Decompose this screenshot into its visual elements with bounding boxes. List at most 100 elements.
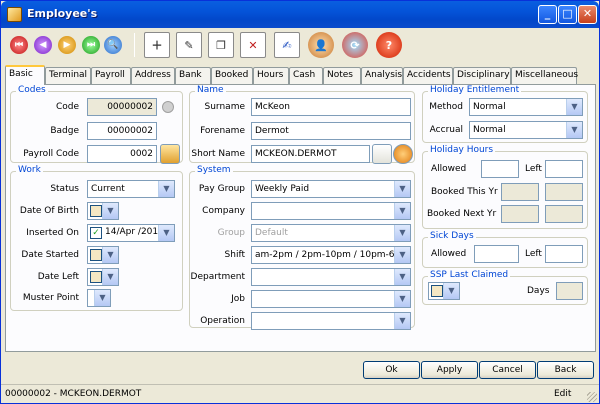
sick-left-field[interactable]	[545, 245, 583, 263]
new-record-icon[interactable]: ＋	[144, 32, 170, 58]
close-button[interactable]: ✕	[578, 5, 597, 24]
back-button[interactable]: Back	[537, 361, 594, 379]
chevron-down-icon[interactable]: ▼	[102, 269, 118, 285]
minimize-button[interactable]: _	[538, 5, 557, 24]
delete-record-icon[interactable]: ✕	[240, 32, 266, 58]
tab-basic[interactable]: Basic	[5, 65, 45, 85]
work-group: Work Status Current ▼ Date Of Birth ▼ Ins…	[10, 165, 183, 311]
date-started-label: Date Started	[21, 250, 79, 260]
method-select[interactable]: Normal ▼	[469, 98, 583, 116]
inserted-date-picker[interactable]: ✓ 14/Apr /2011 ▼	[87, 224, 175, 242]
forename-field[interactable]: Dermot	[251, 122, 411, 140]
job-label: Job	[231, 294, 245, 304]
tab-terminal[interactable]: Terminal	[45, 67, 91, 84]
ssp-checkbox[interactable]	[431, 285, 443, 297]
pay-group-select[interactable]: Weekly Paid ▼	[251, 180, 411, 198]
tab-disciplinary[interactable]: Disciplinary	[453, 67, 511, 84]
department-label: Department	[190, 272, 245, 282]
sick-allowed-field[interactable]	[474, 245, 519, 263]
title-bar[interactable]: Employee's _ □ ✕	[1, 1, 599, 28]
method-label: Method	[429, 102, 463, 112]
dob-date-picker[interactable]: ▼	[87, 202, 119, 220]
tab-address[interactable]: Address	[131, 67, 175, 84]
ssp-group: SSP Last Claimed ▼ Days	[422, 270, 588, 305]
edit-record-icon[interactable]: ✎	[176, 32, 202, 58]
chevron-down-icon[interactable]: ▼	[394, 247, 410, 263]
date-left-picker[interactable]: ▼	[87, 268, 119, 286]
ssp-date-picker[interactable]: ▼	[428, 282, 460, 300]
apply-button[interactable]: Apply	[421, 361, 478, 379]
tab-cash[interactable]: Cash	[289, 67, 323, 84]
job-select[interactable]: ▼	[251, 290, 411, 308]
ok-button[interactable]: Ok	[363, 361, 420, 379]
tab-accidents[interactable]: Accidents	[403, 67, 453, 84]
group-select: Default ▼	[251, 224, 411, 242]
booked-this-yr-label: Booked This Yr	[431, 187, 498, 197]
chevron-down-icon[interactable]: ▼	[566, 99, 582, 115]
chevron-down-icon[interactable]: ▼	[158, 225, 174, 241]
chevron-down-icon[interactable]: ▼	[394, 181, 410, 197]
employee-icon[interactable]: 👤	[308, 32, 334, 58]
inserted-checkbox[interactable]: ✓	[90, 227, 102, 239]
chevron-down-icon[interactable]: ▼	[394, 269, 410, 285]
chevron-down-icon[interactable]: ▼	[102, 247, 118, 263]
chevron-down-icon[interactable]: ▼	[443, 283, 459, 299]
dob-checkbox[interactable]	[90, 205, 102, 217]
tab-payroll[interactable]: Payroll	[91, 67, 131, 84]
chevron-down-icon[interactable]: ▼	[158, 181, 174, 197]
cancel-button[interactable]: Cancel	[479, 361, 536, 379]
chevron-down-icon[interactable]: ▼	[94, 290, 110, 306]
short-name-field[interactable]: MCKEON.DERMOT	[251, 145, 370, 163]
accrual-label: Accrual	[429, 125, 463, 135]
surname-field[interactable]: McKeon	[251, 98, 411, 116]
payroll-lookup-button[interactable]	[160, 144, 180, 164]
next-record-icon[interactable]: ▶	[58, 36, 76, 54]
clock-button[interactable]	[372, 144, 392, 164]
resize-grip[interactable]	[587, 392, 597, 402]
date-started-checkbox[interactable]	[90, 249, 102, 261]
chevron-down-icon[interactable]: ▼	[566, 122, 582, 138]
date-left-checkbox[interactable]	[90, 271, 102, 283]
maximize-button[interactable]: □	[558, 5, 577, 24]
chevron-down-icon[interactable]: ▼	[394, 313, 410, 329]
booked-this-yr-field-2	[545, 183, 583, 201]
holiday-hours-title: Holiday Hours	[428, 145, 496, 155]
tab-booked[interactable]: Booked	[211, 67, 253, 84]
tab-hours[interactable]: Hours	[253, 67, 289, 84]
inserted-value: 14/Apr /2011	[105, 227, 164, 237]
accrual-select[interactable]: Normal ▼	[469, 121, 583, 139]
hours-left-field[interactable]	[545, 160, 583, 178]
tab-notes[interactable]: Notes	[323, 67, 361, 84]
booked-this-yr-field	[501, 183, 539, 201]
info-button[interactable]	[393, 144, 413, 164]
sick-days-group: Sick Days Allowed Left	[422, 231, 588, 268]
shift-select[interactable]: am-2pm / 2pm-10pm / 10pm-6am ▼	[251, 246, 411, 264]
codes-group: Codes Code 00000002 Badge 00000002 Payro…	[10, 85, 183, 164]
chevron-down-icon[interactable]: ▼	[394, 291, 410, 307]
system-group: System Pay Group Weekly Paid ▼ Company ▼ …	[189, 165, 415, 330]
previous-record-icon[interactable]: ◀	[34, 36, 52, 54]
date-left-label: Date Left	[37, 272, 79, 282]
copy-record-icon[interactable]: ❐	[208, 32, 234, 58]
chevron-down-icon[interactable]: ▼	[102, 203, 118, 219]
first-record-icon[interactable]: ⏮	[10, 36, 28, 54]
help-icon[interactable]: ?	[376, 32, 402, 58]
tab-bank[interactable]: Bank	[175, 67, 211, 84]
holiday-entitlement-title: Holiday Entitlement	[428, 85, 522, 95]
muster-select[interactable]: ▼	[87, 289, 111, 307]
tab-analysis[interactable]: Analysis	[361, 67, 403, 84]
status-select[interactable]: Current ▼	[87, 180, 175, 198]
last-record-icon[interactable]: ⏭	[82, 36, 100, 54]
tab-miscellaneous[interactable]: Miscellaneous	[511, 67, 578, 84]
badge-field[interactable]: 00000002	[87, 122, 157, 140]
operation-select[interactable]: ▼	[251, 312, 411, 330]
sign-icon[interactable]: ✍	[274, 32, 300, 58]
date-started-picker[interactable]: ▼	[87, 246, 119, 264]
refresh-icon[interactable]: ⟳	[342, 32, 368, 58]
search-icon[interactable]: 🔍	[104, 36, 122, 54]
hours-allowed-field[interactable]	[481, 160, 519, 178]
payroll-code-field[interactable]: 0002	[87, 145, 157, 163]
chevron-down-icon[interactable]: ▼	[394, 203, 410, 219]
company-select[interactable]: ▼	[251, 202, 411, 220]
department-select[interactable]: ▼	[251, 268, 411, 286]
